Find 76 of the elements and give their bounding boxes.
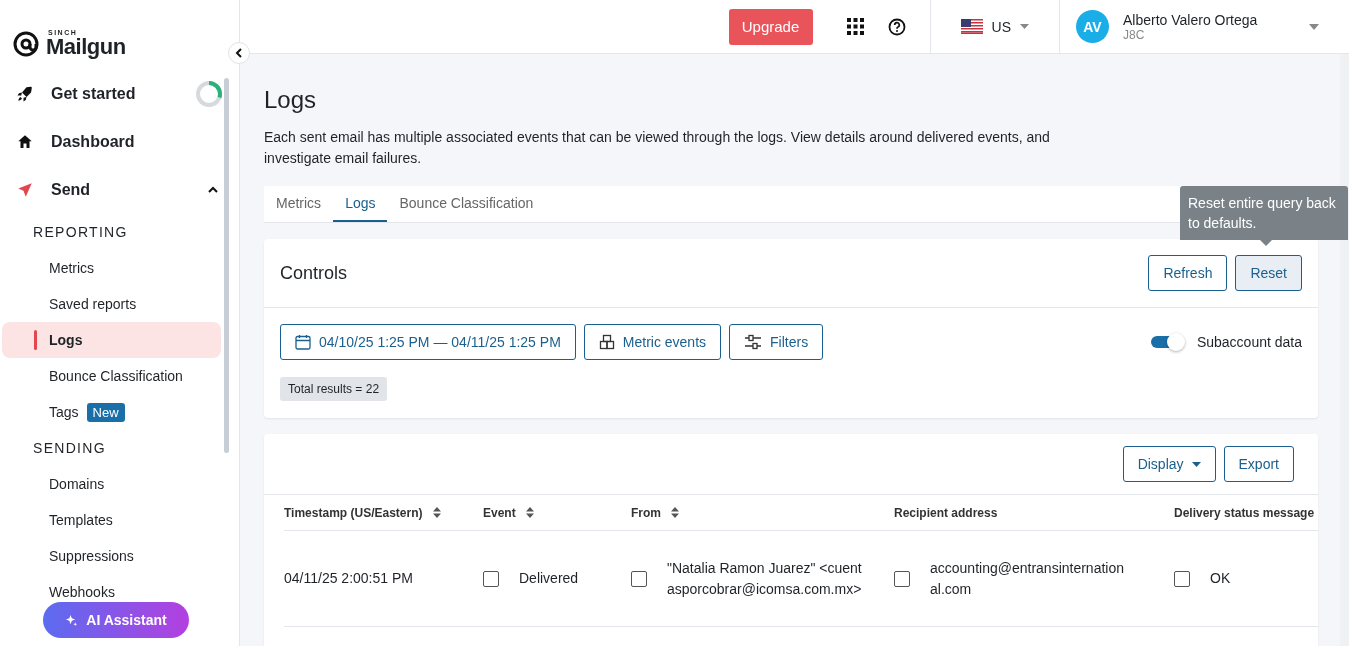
column-header: Delivery status message <box>1174 505 1315 520</box>
rocket-icon <box>16 85 34 103</box>
calendar-icon <box>295 334 311 350</box>
caret-icon <box>1309 23 1319 30</box>
sparkle-icon <box>65 613 79 627</box>
send-icon <box>16 181 34 199</box>
date-range-button[interactable]: 04/10/25 1:25 PM — 04/11/25 1:25 PM <box>280 324 576 360</box>
column-header: Recipient address <box>894 505 998 520</box>
sort-icon[interactable] <box>671 507 679 518</box>
blocks-icon <box>598 334 615 350</box>
table-cell-text: OK <box>1210 569 1231 588</box>
sort-icon[interactable] <box>432 507 441 518</box>
page-description: Each sent email has multiple associated events that can be viewed through the logs. View details around delivered events, and investigate email failures. <box>264 128 1051 168</box>
metric-events-button[interactable]: Metric events <box>583 324 722 360</box>
home-icon <box>16 133 34 151</box>
checkbox[interactable] <box>483 570 499 587</box>
nav-subitem[interactable]: Suppressions <box>2 545 221 567</box>
help-icon[interactable] <box>887 17 906 36</box>
checkbox[interactable] <box>631 570 647 587</box>
table-cell-text: 04/11/25 2:00:51 PM <box>284 569 413 588</box>
page-title: Logs <box>264 86 318 114</box>
scrollbar[interactable] <box>1340 54 1349 646</box>
tab[interactable]: Metrics <box>264 186 334 222</box>
section-heading: SENDING <box>32 439 107 458</box>
chevron-icon <box>234 48 244 58</box>
caret-icon <box>1020 24 1029 29</box>
filters-button[interactable]: Filters <box>729 324 824 360</box>
toggle-label: Subaccount data <box>1196 334 1302 350</box>
item-label: Tags <box>49 404 79 420</box>
column-header[interactable]: Event <box>483 505 516 520</box>
collapse-button[interactable] <box>228 42 250 64</box>
tab[interactable]: Bounce Classification <box>387 186 546 222</box>
card-title: Controls <box>280 262 348 284</box>
apps-grid-icon[interactable] <box>846 18 864 35</box>
sort-icon[interactable] <box>525 507 534 518</box>
nav-subitem[interactable]: Bounce Classification <box>2 365 221 387</box>
brand-name: Mailgun <box>46 36 126 58</box>
table-cell-text: accounting@entransinternational.com <box>930 558 1125 599</box>
table-cell-text: "Natalia Ramon Juarez" <cuentasporcobrar@icomsa.com.mx> <box>667 558 863 599</box>
nav-subitem[interactable]: Logs <box>2 322 221 358</box>
export-button[interactable]: Export <box>1223 446 1294 482</box>
logo-icon <box>12 30 40 58</box>
checkbox[interactable] <box>1174 570 1190 587</box>
tab[interactable]: Logs <box>333 186 388 222</box>
us-flag-icon <box>960 19 983 34</box>
scrollbar[interactable] <box>224 78 229 453</box>
nav-subitem[interactable]: Tags New <box>2 401 221 423</box>
refresh-button[interactable]: Refresh <box>1148 255 1228 291</box>
reset-button[interactable]: Reset <box>1235 255 1302 291</box>
display-button[interactable]: Display <box>1122 446 1216 482</box>
subaccount-toggle[interactable] <box>1150 336 1183 348</box>
nav-subitem[interactable]: Webhooks <box>2 581 221 603</box>
ai-assistant-button[interactable]: AI Assistant <box>43 602 189 638</box>
table-cell-text: Delivered <box>519 569 579 588</box>
region-selector[interactable]: US <box>929 0 1059 53</box>
user-avatar: AV <box>1076 10 1109 43</box>
checkbox[interactable] <box>894 570 910 587</box>
new-badge: New <box>86 402 125 422</box>
upgrade-button[interactable]: Upgrade <box>728 8 813 45</box>
tooltip: Reset entire query back to defaults. <box>1180 186 1348 246</box>
sliders-icon <box>744 334 763 350</box>
section-heading: REPORTING <box>32 223 129 242</box>
nav-subitem[interactable]: Metrics <box>2 257 221 279</box>
total-results-badge: Total results = 22 <box>280 377 388 401</box>
user-menu[interactable]: AV Alberto Valero Ortega J8C <box>1059 0 1341 53</box>
nav-subitem[interactable]: Templates <box>2 509 221 531</box>
nav-subitem[interactable]: Saved reports <box>2 293 221 315</box>
nav-item[interactable]: Send <box>2 166 221 214</box>
column-header[interactable]: From <box>631 505 661 520</box>
nav-subitem[interactable]: Domains <box>2 473 221 495</box>
nav-item[interactable]: Dashboard <box>2 118 221 166</box>
account-id: J8C <box>1123 27 1146 42</box>
column-header[interactable]: Timestamp (US/Eastern) <box>284 505 423 520</box>
nav-item[interactable]: Get started <box>2 70 221 118</box>
caret-icon <box>1191 461 1201 467</box>
user-name: Alberto Valero Ortega <box>1123 11 1259 28</box>
